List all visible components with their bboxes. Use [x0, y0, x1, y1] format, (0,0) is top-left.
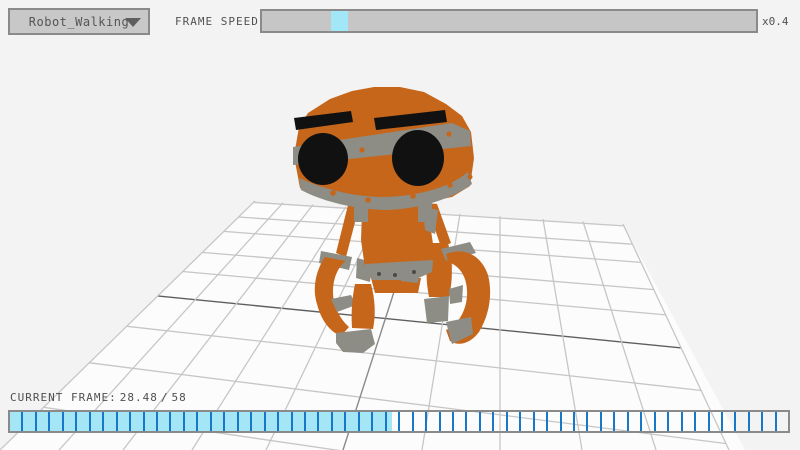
- robot-right-foot: [424, 296, 449, 323]
- timeline-cell[interactable]: [35, 412, 48, 431]
- timeline-cell[interactable]: [277, 412, 290, 431]
- chevron-down-icon: [125, 18, 141, 27]
- timeline-cell[interactable]: [169, 412, 182, 431]
- animation-select-dropdown[interactable]: Robot_Walking: [8, 8, 150, 35]
- timeline-cell[interactable]: [425, 412, 438, 431]
- viewport-3d[interactable]: [0, 0, 800, 450]
- timeline-cell[interactable]: [196, 412, 209, 431]
- timeline-cell[interactable]: [761, 412, 774, 431]
- timeline-cell[interactable]: [627, 412, 640, 431]
- timeline-cell[interactable]: [667, 412, 680, 431]
- timeline-cell[interactable]: [10, 412, 21, 431]
- current-frame-label: CURRENT FRAME:: [10, 391, 117, 404]
- timeline-cell[interactable]: [546, 412, 559, 431]
- timeline-cell[interactable]: [412, 412, 425, 431]
- timeline-cells: [10, 412, 788, 431]
- timeline-cell[interactable]: [748, 412, 761, 431]
- timeline-cell[interactable]: [640, 412, 653, 431]
- timeline-cell[interactable]: [183, 412, 196, 431]
- timeline-cell[interactable]: [75, 412, 88, 431]
- timeline-cell[interactable]: [708, 412, 721, 431]
- timeline-cell[interactable]: [250, 412, 263, 431]
- timeline-cell[interactable]: [519, 412, 532, 431]
- timeline-cell[interactable]: [21, 412, 34, 431]
- current-frame-readout: CURRENT FRAME:28.48/58: [10, 391, 190, 404]
- frame-speed-slider-handle[interactable]: [331, 11, 348, 31]
- timeline-cell[interactable]: [398, 412, 411, 431]
- timeline-cell[interactable]: [600, 412, 613, 431]
- timeline-cell[interactable]: [694, 412, 707, 431]
- total-frames-value: 58: [171, 391, 186, 404]
- timeline-cell[interactable]: [533, 412, 546, 431]
- frame-speed-label: FRAME SPEED:: [175, 15, 266, 28]
- timeline-cell[interactable]: [452, 412, 465, 431]
- timeline-cell[interactable]: [317, 412, 330, 431]
- frame-speed-slider-track[interactable]: [260, 9, 758, 33]
- timeline-cell[interactable]: [439, 412, 452, 431]
- animation-viewer-window: { "window": { "width": 800, "height": 45…: [0, 0, 800, 450]
- frame-speed-value: x0.4: [762, 15, 789, 28]
- current-frame-separator: /: [161, 391, 169, 404]
- timeline-cell[interactable]: [264, 412, 277, 431]
- timeline-cell[interactable]: [129, 412, 142, 431]
- timeline-cell[interactable]: [304, 412, 317, 431]
- robot-left-leg: [352, 284, 375, 329]
- timeline-cell[interactable]: [492, 412, 505, 431]
- timeline-cell[interactable]: [613, 412, 626, 431]
- timeline-cell[interactable]: [291, 412, 304, 431]
- timeline-cell[interactable]: [48, 412, 61, 431]
- timeline-cell[interactable]: [586, 412, 599, 431]
- robot-left-eye: [298, 133, 348, 185]
- timeline-cell[interactable]: [654, 412, 667, 431]
- timeline-cell[interactable]: [560, 412, 573, 431]
- timeline-cell[interactable]: [344, 412, 357, 431]
- current-frame-value: 28.48: [120, 391, 158, 404]
- timeline-cell[interactable]: [116, 412, 129, 431]
- timeline-cell[interactable]: [721, 412, 734, 431]
- timeline-cell[interactable]: [506, 412, 519, 431]
- timeline-cell[interactable]: [331, 412, 344, 431]
- timeline-cell[interactable]: [465, 412, 478, 431]
- timeline-cell[interactable]: [734, 412, 747, 431]
- timeline-cell[interactable]: [385, 412, 398, 431]
- robot-right-eye: [392, 130, 444, 186]
- timeline-cell[interactable]: [210, 412, 223, 431]
- timeline-cell[interactable]: [237, 412, 250, 431]
- timeline[interactable]: [8, 410, 790, 433]
- timeline-cell[interactable]: [358, 412, 371, 431]
- timeline-cell[interactable]: [156, 412, 169, 431]
- timeline-cell[interactable]: [102, 412, 115, 431]
- timeline-cell[interactable]: [143, 412, 156, 431]
- timeline-cell[interactable]: [62, 412, 75, 431]
- timeline-cell[interactable]: [223, 412, 236, 431]
- timeline-cell[interactable]: [479, 412, 492, 431]
- timeline-cell[interactable]: [573, 412, 586, 431]
- timeline-cell[interactable]: [371, 412, 384, 431]
- animation-select-value: Robot_Walking: [29, 15, 129, 29]
- timeline-cell[interactable]: [681, 412, 694, 431]
- timeline-cell[interactable]: [89, 412, 102, 431]
- timeline-cell[interactable]: [775, 412, 788, 431]
